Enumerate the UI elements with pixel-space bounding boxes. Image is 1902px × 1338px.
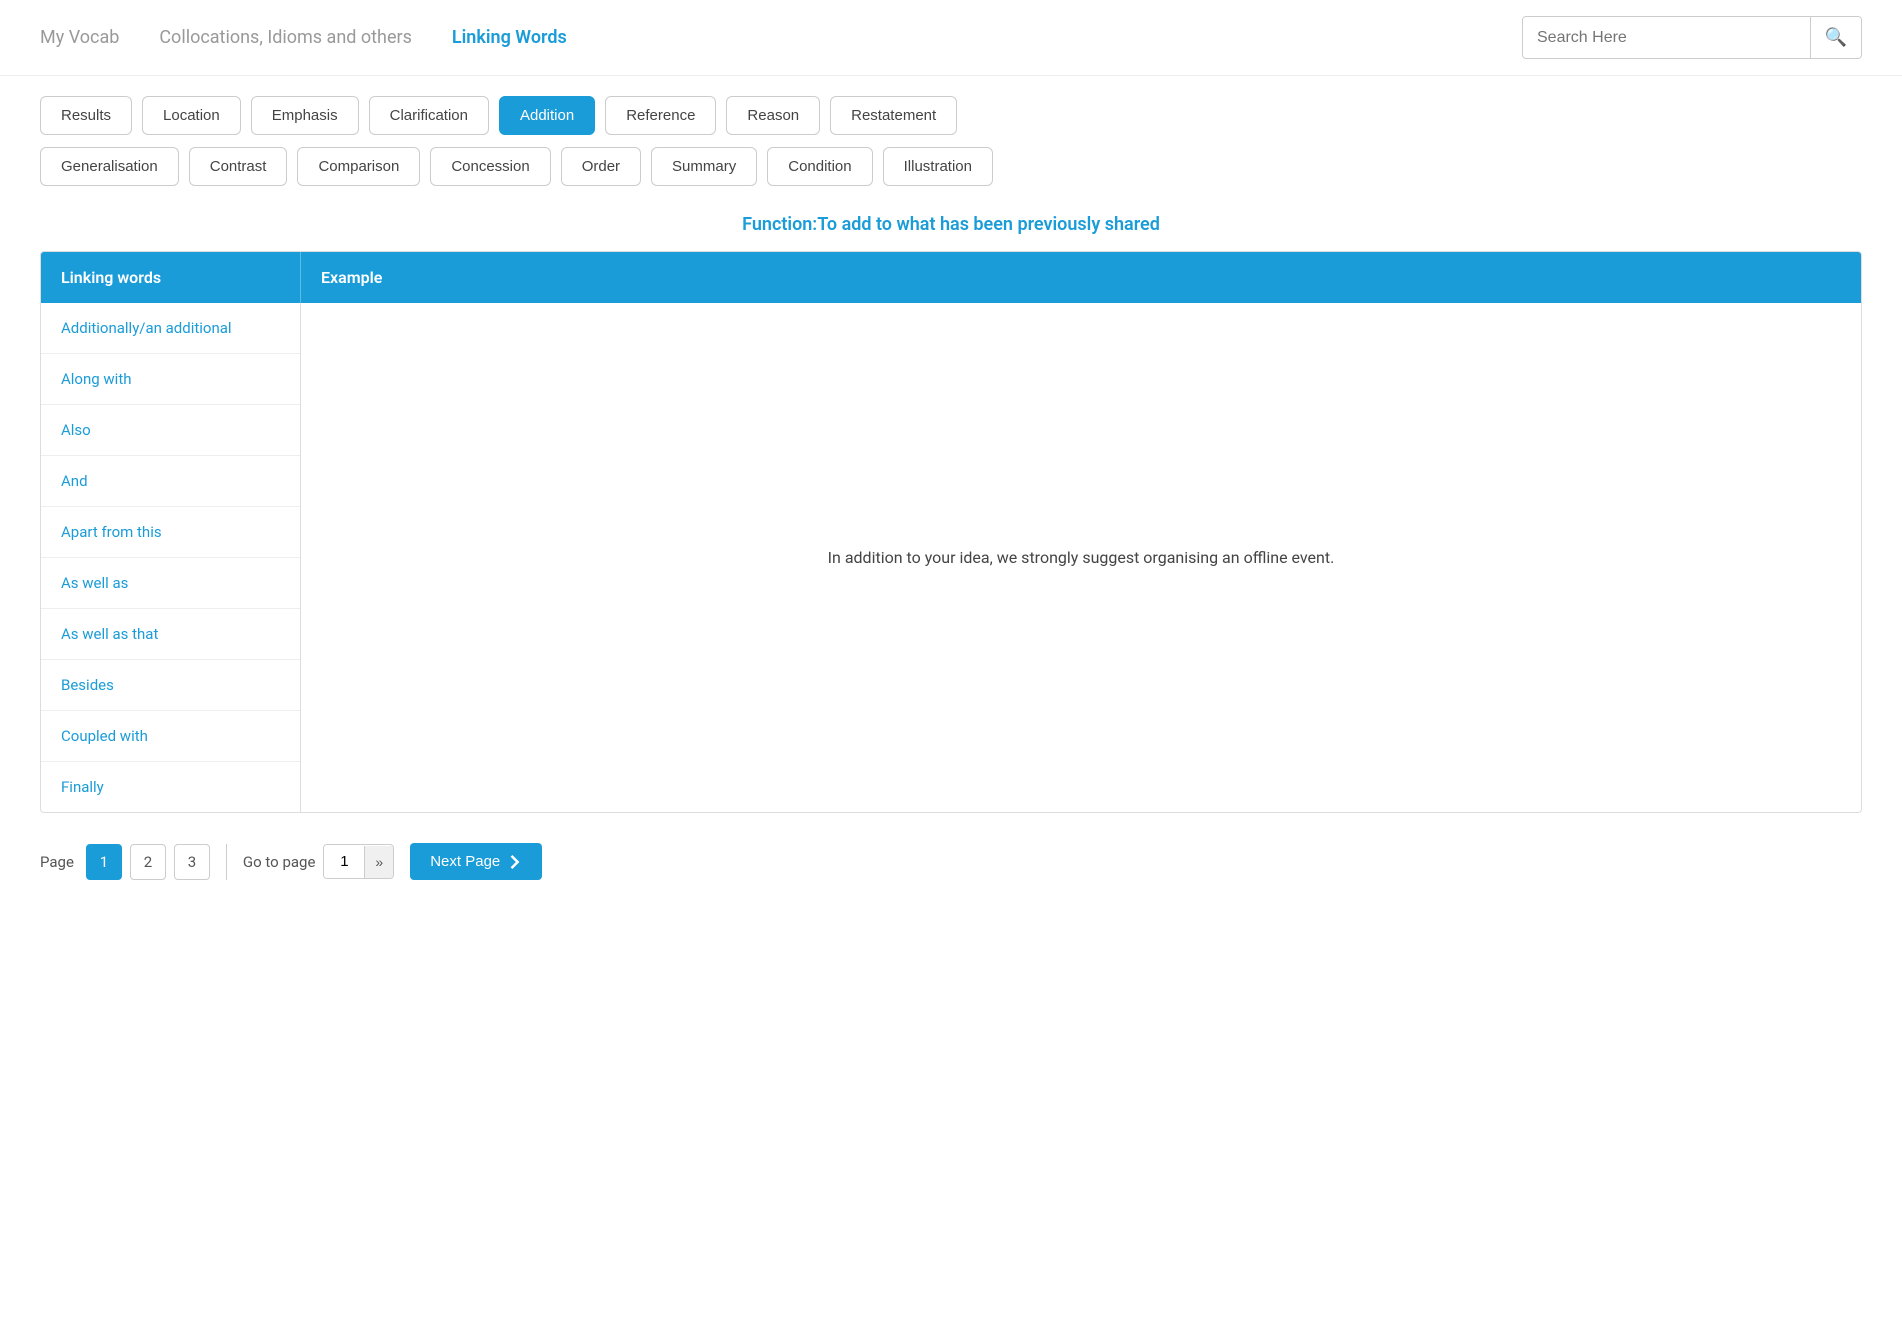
cat-btn-summary[interactable]: Summary [651, 147, 757, 186]
category-row-2: Generalisation Contrast Comparison Conce… [40, 147, 1862, 186]
example-text: In addition to your idea, we strongly su… [828, 548, 1335, 567]
cat-btn-location[interactable]: Location [142, 96, 241, 135]
list-item[interactable]: Also [41, 405, 300, 456]
cat-btn-concession[interactable]: Concession [430, 147, 550, 186]
next-page-icon [508, 855, 522, 869]
nav-linking-words[interactable]: Linking Words [452, 27, 567, 48]
cat-btn-results[interactable]: Results [40, 96, 132, 135]
nav-collocations[interactable]: Collocations, Idioms and others [159, 27, 412, 48]
page-2-button[interactable]: 2 [130, 844, 166, 880]
list-item[interactable]: And [41, 456, 300, 507]
nav-my-vocab[interactable]: My Vocab [40, 27, 119, 48]
cat-btn-clarification[interactable]: Clarification [369, 96, 489, 135]
example-column: In addition to your idea, we strongly su… [301, 303, 1861, 812]
category-row-1: Results Location Emphasis Clarification … [40, 96, 1862, 135]
search-button[interactable]: 🔍 [1810, 17, 1861, 58]
list-item[interactable]: Finally [41, 762, 300, 812]
function-title: Function:To add to what has been previou… [0, 186, 1902, 251]
search-container: 🔍 [1522, 16, 1862, 59]
goto-label: Go to page [243, 853, 316, 871]
categories: Results Location Emphasis Clarification … [0, 76, 1902, 186]
col-header-words: Linking words [41, 252, 301, 303]
next-page-label: Next Page [430, 853, 500, 870]
search-input[interactable] [1523, 19, 1810, 57]
cat-btn-illustration[interactable]: Illustration [883, 147, 993, 186]
table-body: Additionally/an additional Along with Al… [41, 303, 1861, 812]
cat-btn-comparison[interactable]: Comparison [297, 147, 420, 186]
pagination-divider [226, 844, 227, 880]
list-item[interactable]: Coupled with [41, 711, 300, 762]
list-item[interactable]: Apart from this [41, 507, 300, 558]
list-item[interactable]: As well as [41, 558, 300, 609]
cat-btn-reason[interactable]: Reason [726, 96, 820, 135]
pagination: Page 1 2 3 Go to page » Next Page [0, 813, 1902, 910]
cat-btn-order[interactable]: Order [561, 147, 641, 186]
cat-btn-addition[interactable]: Addition [499, 96, 595, 135]
header: My Vocab Collocations, Idioms and others… [0, 0, 1902, 76]
cat-btn-emphasis[interactable]: Emphasis [251, 96, 359, 135]
main-table: Linking words Example Additionally/an ad… [40, 251, 1862, 813]
words-column: Additionally/an additional Along with Al… [41, 303, 301, 812]
cat-btn-restatement[interactable]: Restatement [830, 96, 957, 135]
cat-btn-condition[interactable]: Condition [767, 147, 872, 186]
col-header-example: Example [301, 252, 1861, 303]
page-1-button[interactable]: 1 [86, 844, 122, 880]
next-page-button[interactable]: Next Page [410, 843, 542, 880]
cat-btn-generalisation[interactable]: Generalisation [40, 147, 179, 186]
page-3-button[interactable]: 3 [174, 844, 210, 880]
cat-btn-reference[interactable]: Reference [605, 96, 716, 135]
list-item[interactable]: As well as that [41, 609, 300, 660]
cat-btn-contrast[interactable]: Contrast [189, 147, 288, 186]
table-header: Linking words Example [41, 252, 1861, 303]
list-item[interactable]: Besides [41, 660, 300, 711]
list-item[interactable]: Additionally/an additional [41, 303, 300, 354]
list-item[interactable]: Along with [41, 354, 300, 405]
goto-button[interactable]: » [364, 846, 393, 878]
goto-input[interactable] [324, 845, 364, 878]
page-label: Page [40, 853, 74, 871]
goto-container: » [323, 844, 394, 879]
